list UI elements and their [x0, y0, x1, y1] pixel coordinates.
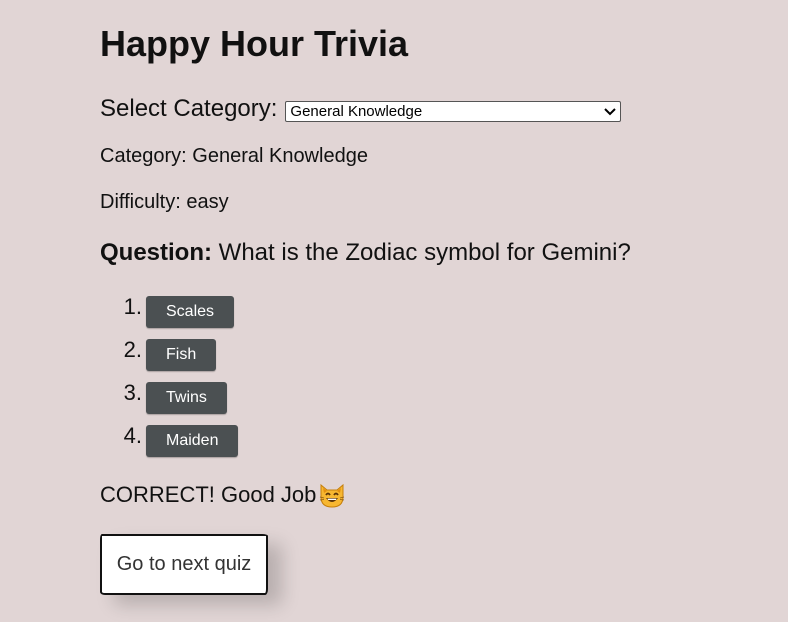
category-select-value: General Knowledge [290, 102, 423, 120]
result-text: CORRECT! Good Job [100, 482, 317, 507]
category-select[interactable]: General Knowledge [285, 100, 622, 122]
answer-button-fish[interactable]: Fish [146, 338, 217, 371]
page-title: Happy Hour Trivia [100, 23, 409, 64]
question-text: What is the Zodiac symbol for Gemini? [218, 239, 631, 266]
answer-button-maiden[interactable]: Maiden [146, 424, 239, 457]
answer-number: 3. [123, 379, 142, 405]
answer-number: 2. [123, 336, 142, 362]
answer-item: 3. Twins [100, 376, 238, 419]
next-quiz-button[interactable]: Go to next quiz [100, 534, 268, 595]
answer-list: 1. Scales 2. Fish 3. Twins 4. Maiden [100, 290, 239, 462]
answer-item: 1. Scales [100, 290, 238, 333]
answer-item: 2. Fish [100, 333, 238, 376]
chevron-down-icon [604, 105, 617, 118]
answer-button-twins[interactable]: Twins [146, 381, 227, 414]
answer-button-scales[interactable]: Scales [146, 295, 235, 328]
question-label: Question: [100, 239, 212, 266]
result-message: CORRECT! Good Job [100, 481, 346, 509]
select-category-label: Select Category: [100, 95, 278, 122]
difficulty-info: Difficulty: easy [100, 191, 229, 213]
category-selector-row: Select Category: General Knowledge [100, 95, 622, 123]
answer-item: 4. Maiden [100, 419, 239, 462]
grinning-cat-icon [318, 481, 346, 509]
question: Question: What is the Zodiac symbol for … [100, 239, 631, 267]
answer-number: 4. [123, 422, 142, 448]
category-info: Category: General Knowledge [100, 145, 368, 167]
answer-number: 1. [123, 293, 142, 319]
